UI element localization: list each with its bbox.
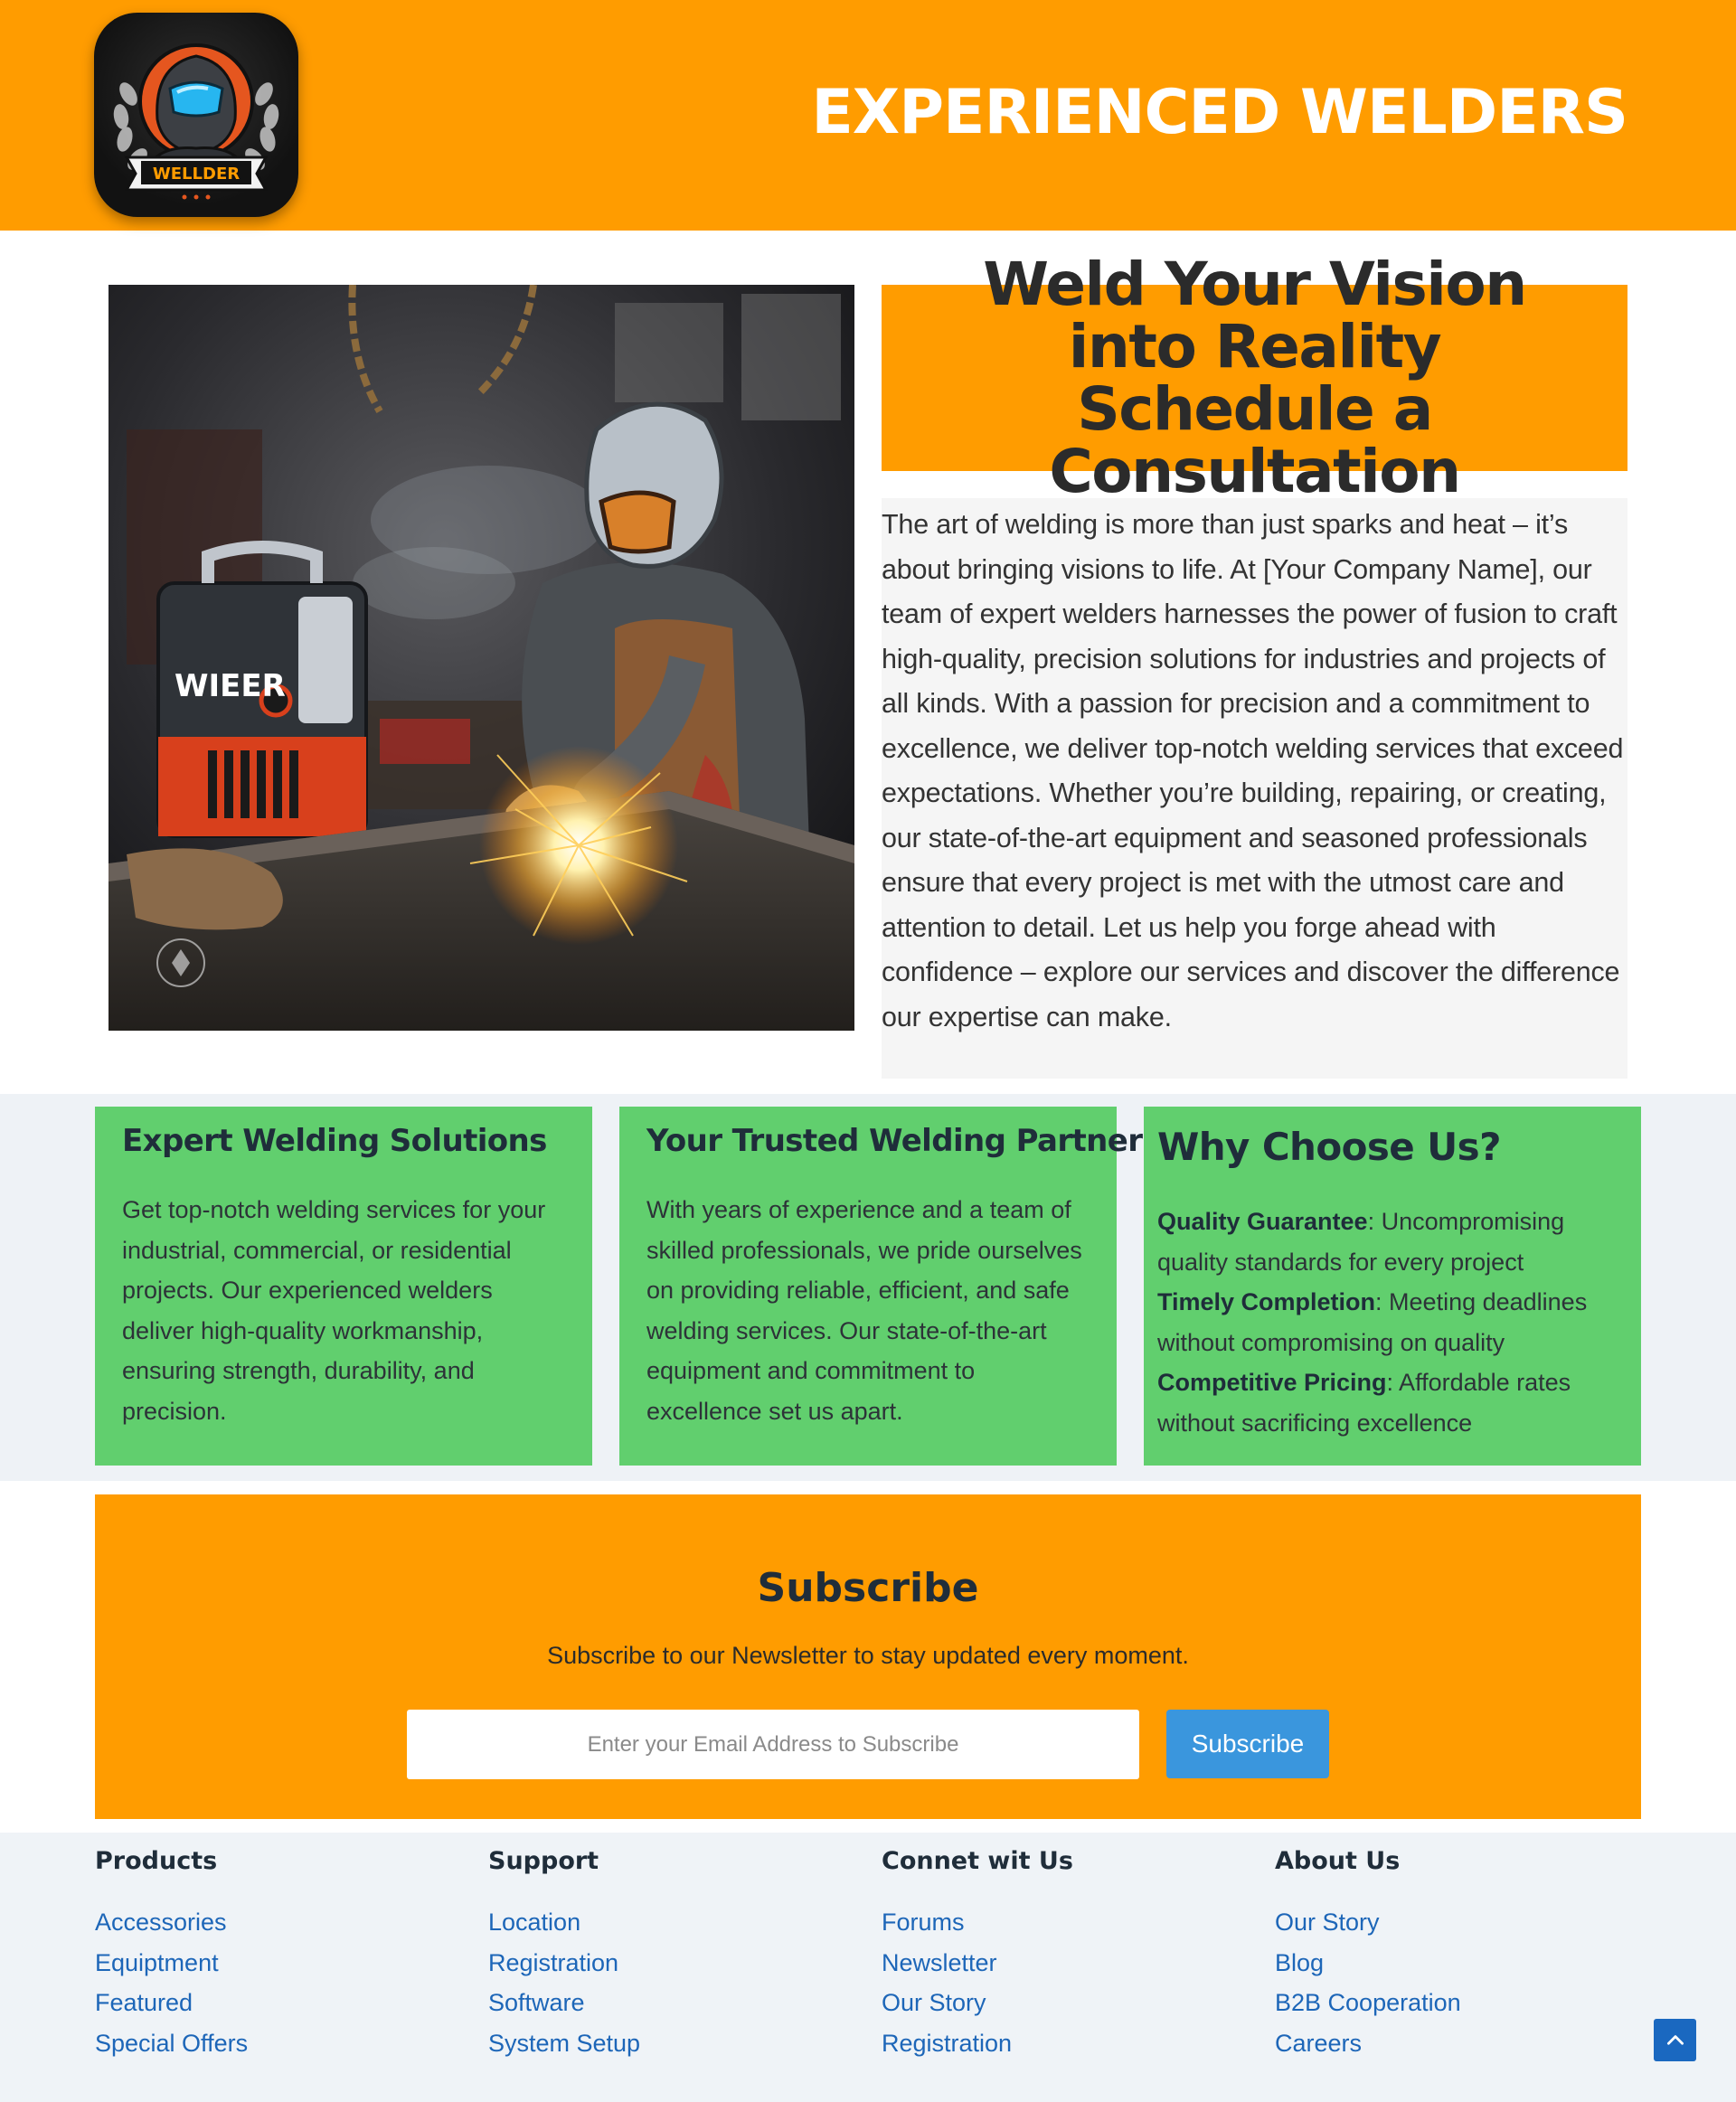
footer-link[interactable]: Special Offers: [95, 2030, 248, 2057]
hero-body-text: The art of welding is more than just spa…: [882, 509, 1624, 1032]
footer-heading: Products: [95, 1847, 218, 1875]
footer-link[interactable]: Our Story: [1275, 1909, 1380, 1936]
why-item-pricing: Competitive Pricing: Affordable rates wi…: [1157, 1362, 1630, 1443]
feature-card-expert-welding: Expert Welding Solutions Get top-notch w…: [95, 1107, 592, 1466]
subscribe-subtitle: Subscribe to our Newsletter to stay upda…: [547, 1642, 1189, 1669]
footer-column-support: Support Location Registration Software S…: [488, 1847, 868, 2069]
logo-text: WELLDER: [153, 165, 240, 184]
why-item-label: Competitive Pricing: [1157, 1369, 1387, 1396]
welder-illustration: WIEER: [108, 285, 854, 1031]
welder-helmet-logo-icon: WELLDER: [113, 43, 279, 200]
subscribe-title: Subscribe: [757, 1565, 979, 1611]
why-item-label: Quality Guarantee: [1157, 1208, 1368, 1235]
footer-column-products: Products Accessories Equiptment Featured…: [95, 1847, 475, 2069]
feature-card-text: Get top-notch welding services for your …: [122, 1196, 546, 1425]
why-item-quality: Quality Guarantee: Uncompromising qualit…: [1157, 1202, 1630, 1282]
hero-image: WIEER: [108, 285, 854, 1031]
footer-link[interactable]: Software: [488, 1989, 585, 2016]
feature-card-title: Expert Welding Solutions: [122, 1123, 547, 1159]
footer-heading: Connet wit Us: [882, 1847, 1073, 1875]
site-title: EXPERIENCED WELDERS: [811, 77, 1628, 148]
site-logo[interactable]: WELLDER: [94, 13, 298, 217]
hero-heading-box: Weld Your Vision into Reality Schedule a…: [882, 253, 1628, 503]
why-item-timely: Timely Completion: Meeting deadlines wit…: [1157, 1282, 1630, 1362]
machine-label: WIEER: [175, 668, 286, 704]
footer-link[interactable]: B2B Cooperation: [1275, 1989, 1461, 2016]
footer-column-about: About Us Our Story Blog B2B Cooperation …: [1275, 1847, 1655, 2069]
footer-link[interactable]: Newsletter: [882, 1949, 997, 1976]
feature-card-text: With years of experience and a team of s…: [646, 1196, 1082, 1425]
footer-link[interactable]: Forums: [882, 1909, 965, 1936]
footer-link[interactable]: Featured: [95, 1989, 193, 2016]
footer-link[interactable]: Equiptment: [95, 1949, 219, 1976]
footer-link[interactable]: Careers: [1275, 2030, 1362, 2057]
subscribe-email-input[interactable]: [407, 1710, 1139, 1779]
feature-card-why-choose-us: Why Choose Us? Quality Guarantee: Uncomp…: [1144, 1107, 1641, 1466]
footer-heading: Support: [488, 1847, 599, 1875]
hero-heading: Weld Your Vision into Reality Schedule a…: [983, 250, 1527, 506]
footer-link[interactable]: Our Story: [882, 1989, 986, 2016]
footer-link[interactable]: Accessories: [95, 1909, 227, 1936]
subscribe-button[interactable]: Subscribe: [1166, 1710, 1329, 1778]
footer-link[interactable]: Location: [488, 1909, 580, 1936]
footer-link[interactable]: Registration: [488, 1949, 618, 1976]
footer-link[interactable]: Blog: [1275, 1949, 1324, 1976]
site-header: WELLDER EXPERIENCED WELDERS: [0, 0, 1736, 231]
footer-link[interactable]: System Setup: [488, 2030, 640, 2057]
footer-link[interactable]: Registration: [882, 2030, 1012, 2057]
footer-column-connect: Connet wit Us Forums Newsletter Our Stor…: [882, 1847, 1261, 2069]
footer-heading: About Us: [1275, 1847, 1401, 1875]
scroll-to-top-button[interactable]: [1654, 2019, 1696, 2061]
feature-card-title: Why Choose Us?: [1157, 1125, 1501, 1169]
feature-card-trusted-partner: Your Trusted Welding Partner With years …: [619, 1107, 1143, 1466]
subscribe-section: Subscribe Subscribe to our Newsletter to…: [95, 1494, 1641, 1819]
why-choose-list: Quality Guarantee: Uncompromising qualit…: [1157, 1202, 1630, 1443]
why-item-label: Timely Completion: [1157, 1288, 1376, 1315]
feature-card-title: Your Trusted Welding Partner: [646, 1123, 1143, 1159]
hero-text-box: The art of welding is more than just spa…: [882, 498, 1628, 1079]
chevron-up-icon: [1666, 2034, 1684, 2045]
